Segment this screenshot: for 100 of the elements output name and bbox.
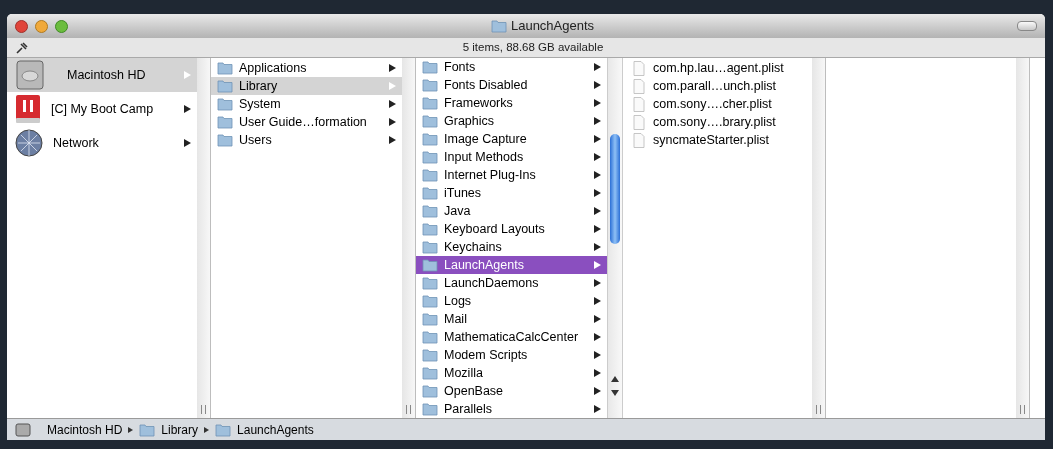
folder-item[interactable]: Parallels	[416, 400, 607, 418]
sidebar-item[interactable]: Macintosh HD	[7, 58, 197, 92]
resize-handle[interactable]	[406, 405, 411, 414]
folder-icon	[422, 276, 438, 290]
close-button[interactable]	[15, 19, 28, 33]
up-arrow-icon	[611, 376, 619, 382]
folder-item[interactable]: Fonts	[416, 58, 607, 76]
file-item[interactable]: com.sony….brary.plist	[623, 113, 812, 131]
folder-icon	[217, 79, 233, 93]
resize-handle[interactable]	[816, 405, 821, 414]
folder-item[interactable]: OpenBase	[416, 382, 607, 400]
folder-icon	[422, 384, 438, 398]
file-item[interactable]: com.sony….cher.plist	[623, 95, 812, 113]
arrow-icon	[594, 117, 601, 125]
arrow-icon	[389, 118, 396, 126]
folder-item[interactable]: Internet Plug-Ins	[416, 166, 607, 184]
folder-item[interactable]: Users	[211, 131, 402, 149]
arrow-icon	[594, 279, 601, 287]
arrow-icon	[594, 315, 601, 323]
folder-item[interactable]: System	[211, 95, 402, 113]
resize-handle[interactable]	[1020, 405, 1025, 414]
scrollbar[interactable]	[607, 58, 623, 418]
zoom-button[interactable]	[55, 19, 68, 33]
hard-drive-icon	[15, 422, 31, 437]
folder-icon	[422, 150, 438, 164]
drive-icon	[15, 94, 41, 124]
down-arrow-icon	[611, 390, 619, 396]
path-item[interactable]: LaunchAgents	[237, 420, 314, 439]
folder-icon	[422, 258, 438, 272]
folder-item[interactable]: MathematicaCalcCenter	[416, 328, 607, 346]
folder-icon	[422, 186, 438, 200]
minimize-button[interactable]	[35, 19, 48, 33]
folder-item[interactable]: Frameworks	[416, 94, 607, 112]
folder-icon	[422, 168, 438, 182]
folder-icon	[422, 240, 438, 254]
scroll-thumb[interactable]	[610, 134, 620, 244]
folder-item[interactable]: Applications	[211, 59, 402, 77]
resize-handle[interactable]	[201, 405, 206, 414]
folder-item[interactable]: Input Methods	[416, 148, 607, 166]
file-item[interactable]: syncmateStarter.plist	[623, 131, 812, 149]
file-item[interactable]: com.hp.lau…agent.plist	[623, 59, 812, 77]
folder-icon	[422, 330, 438, 344]
folder-icon	[215, 422, 232, 437]
folder-icon	[422, 96, 438, 110]
window-title: LaunchAgents	[510, 17, 595, 36]
arrow-icon	[594, 135, 601, 143]
document-icon	[633, 78, 645, 94]
arrow-icon	[594, 405, 601, 413]
folder-item[interactable]: Fonts Disabled	[416, 76, 607, 94]
arrow-icon	[594, 243, 601, 251]
arrow-icon	[389, 82, 396, 90]
folder-item[interactable]: Mozilla	[416, 364, 607, 382]
arrow-icon	[594, 171, 601, 179]
pin-icon[interactable]	[15, 40, 29, 55]
arrow-icon	[389, 64, 396, 72]
folder-icon	[422, 312, 438, 326]
folder-icon	[422, 294, 438, 308]
folder-icon	[490, 19, 507, 33]
arrow-icon	[594, 225, 601, 233]
folder-icon	[422, 222, 438, 236]
folder-item[interactable]: Image Capture	[416, 130, 607, 148]
globe-icon	[15, 129, 43, 157]
folder-item[interactable]: LaunchAgents	[416, 256, 607, 274]
path-item[interactable]: Library	[161, 420, 199, 439]
folder-item[interactable]: Library	[211, 77, 402, 95]
toolbar-button[interactable]	[1017, 21, 1037, 31]
arrow-icon	[184, 105, 191, 113]
arrow-icon	[128, 426, 134, 433]
arrow-icon	[594, 351, 601, 359]
folder-item[interactable]: Logs	[416, 292, 607, 310]
folder-icon	[422, 114, 438, 128]
document-icon	[633, 96, 645, 112]
folder-icon	[422, 78, 438, 92]
folder-item[interactable]: Keychains	[416, 238, 607, 256]
folder-item[interactable]: Graphics	[416, 112, 607, 130]
arrow-icon	[594, 387, 601, 395]
folder-item[interactable]: iTunes	[416, 184, 607, 202]
folder-item[interactable]: Keyboard Layouts	[416, 220, 607, 238]
status-text: 5 items, 88.68 GB available	[461, 39, 605, 55]
arrow-icon	[594, 99, 601, 107]
folder-icon	[422, 60, 438, 74]
arrow-icon	[594, 333, 601, 341]
file-item[interactable]: com.parall…unch.plist	[623, 77, 812, 95]
sidebar-item[interactable]: Network	[7, 126, 197, 160]
folder-item[interactable]: User Guide…formation	[211, 113, 402, 131]
folder-icon	[217, 97, 233, 111]
folder-icon	[217, 115, 233, 129]
folder-item[interactable]: LaunchDaemons	[416, 274, 607, 292]
folder-item[interactable]: Java	[416, 202, 607, 220]
arrow-icon	[594, 261, 601, 269]
path-item[interactable]: Macintosh HD	[37, 420, 123, 439]
sidebar-item[interactable]: [C] My Boot Camp	[7, 92, 197, 126]
document-icon	[633, 60, 645, 76]
arrow-icon	[594, 207, 601, 215]
arrow-icon	[184, 71, 191, 79]
folder-item[interactable]: Modem Scripts	[416, 346, 607, 364]
hard-drive-icon	[15, 59, 45, 91]
document-icon	[633, 114, 645, 130]
document-icon	[633, 132, 645, 148]
folder-item[interactable]: Mail	[416, 310, 607, 328]
